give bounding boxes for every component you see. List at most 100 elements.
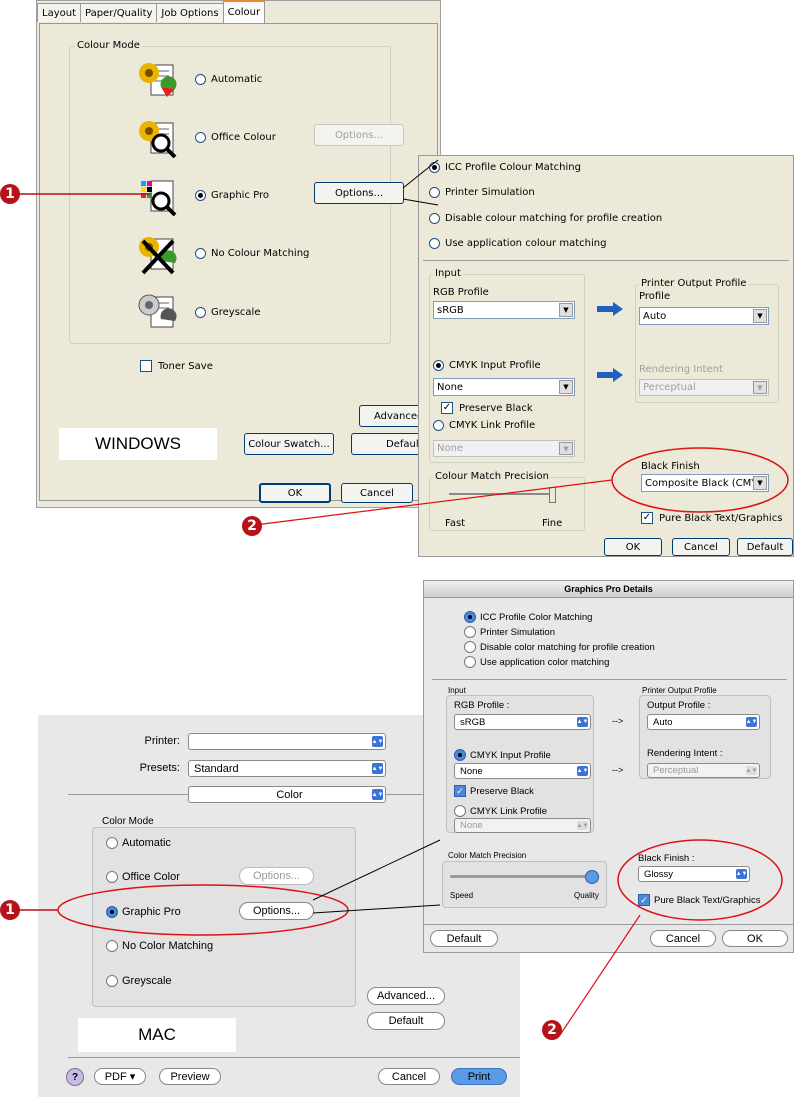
toner-save-checkbox[interactable]: Toner Save	[140, 360, 213, 372]
print-button[interactable]: Print	[451, 1068, 507, 1085]
black-finish-popup[interactable]: Glossy ▲▼	[638, 866, 750, 882]
cmyk-link-select[interactable]: None ▼	[433, 440, 575, 457]
options-cancel-button[interactable]: Cancel	[672, 538, 730, 556]
tab-colour[interactable]: Colour	[222, 0, 266, 23]
select-value: Perceptual	[643, 382, 696, 393]
radio-dot	[106, 837, 118, 849]
rgb-profile-popup[interactable]: sRGB ▲▼	[454, 714, 591, 730]
cmyk-input-popup[interactable]: None ▲▼	[454, 763, 591, 779]
options-default-button[interactable]: Default	[737, 538, 793, 556]
radio-graphic-pro[interactable]: Graphic Pro	[106, 906, 181, 918]
arrow-right-icon	[597, 368, 623, 382]
radio-disable-matching[interactable]: Disable colour matching for profile crea…	[429, 213, 662, 224]
presets-label: Presets:	[139, 762, 180, 774]
precision-slider-thumb[interactable]	[549, 487, 556, 503]
radio-label: Graphic Pro	[211, 190, 269, 201]
windows-colour-dialog: Layout Paper/Quality Job Options Colour …	[36, 0, 441, 508]
radio-no-colour-matching[interactable]: No Colour Matching	[195, 248, 309, 259]
rendering-intent-popup[interactable]: Perceptual ▲▼	[647, 763, 760, 778]
rendering-intent-select[interactable]: Perceptual ▼	[639, 379, 769, 396]
checkbox-box: ✓	[641, 512, 653, 524]
radio-printer-simulation[interactable]: Printer Simulation	[464, 626, 555, 638]
help-icon[interactable]: ?	[66, 1068, 84, 1086]
radio-label: ICC Profile Color Matching	[480, 611, 593, 623]
radio-dot	[433, 360, 444, 371]
details-default-button[interactable]: Default	[430, 930, 498, 947]
details-cancel-button[interactable]: Cancel	[650, 930, 716, 947]
radio-greyscale[interactable]: Greyscale	[195, 307, 260, 318]
graphic-pro-options-button[interactable]: Options...	[239, 902, 314, 920]
pure-black-checkbox[interactable]: ✓ Pure Black Text/Graphics	[638, 894, 760, 906]
radio-dot	[195, 190, 206, 201]
graphic-pro-options-button[interactable]: Options...	[314, 182, 404, 204]
input-group-label: Input	[433, 268, 463, 279]
radio-cmyk-link[interactable]: CMYK Link Profile	[454, 805, 547, 817]
select-value: None	[437, 443, 464, 454]
printer-popup[interactable]: ▲▼	[188, 733, 386, 750]
radio-icc-profile[interactable]: ICC Profile Color Matching	[464, 611, 592, 623]
radio-greyscale[interactable]: Greyscale	[106, 975, 172, 987]
radio-dot	[106, 871, 118, 883]
options-ok-button[interactable]: OK	[604, 538, 662, 556]
preserve-black-checkbox[interactable]: ✓ Preserve Black	[454, 785, 534, 797]
radio-label: Use application color matching	[480, 656, 610, 668]
tab-job-options[interactable]: Job Options	[156, 3, 224, 22]
radio-no-color-matching[interactable]: No Color Matching	[106, 940, 213, 952]
precision-slider-track[interactable]	[450, 875, 592, 878]
callout-2-windows: 2	[242, 516, 262, 536]
output-profile-popup[interactable]: Auto ▲▼	[647, 714, 760, 730]
cmyk-input-select[interactable]: None ▼	[433, 378, 575, 396]
output-profile-select[interactable]: Auto ▼	[639, 307, 769, 325]
pdf-button[interactable]: PDF ▾	[94, 1068, 146, 1085]
tab-layout[interactable]: Layout	[37, 3, 81, 22]
radio-office-colour[interactable]: Office Colour	[195, 132, 276, 143]
popup-value: None	[460, 820, 483, 831]
pure-black-checkbox[interactable]: ✓ Pure Black Text/Graphics	[641, 512, 782, 524]
fine-label: Fine	[542, 518, 563, 529]
colour-swatch-button[interactable]: Colour Swatch...	[244, 433, 334, 455]
radio-disable-matching[interactable]: Disable color matching for profile creat…	[464, 641, 655, 653]
radio-graphic-pro[interactable]: Graphic Pro	[195, 190, 269, 201]
panel-popup[interactable]: Color ▲▼	[188, 786, 386, 803]
popup-stepper-icon: ▲▼	[745, 766, 758, 775]
radio-cmyk-input[interactable]: CMYK Input Profile	[433, 360, 541, 371]
radio-application-matching[interactable]: Use application color matching	[464, 656, 609, 668]
tab-paper-quality[interactable]: Paper/Quality	[80, 3, 158, 22]
black-finish-select[interactable]: Composite Black (CMYK) ▼	[641, 474, 769, 492]
default-button[interactable]: Default	[367, 1012, 445, 1030]
details-ok-button[interactable]: OK	[722, 930, 788, 947]
select-value: Auto	[643, 310, 667, 322]
cmyk-link-popup[interactable]: None ▲▼	[454, 818, 591, 833]
advanced-button[interactable]: Advanced...	[367, 987, 445, 1005]
preview-button[interactable]: Preview	[159, 1068, 221, 1085]
cancel-button[interactable]: Cancel	[341, 483, 413, 503]
precision-slider-thumb[interactable]	[585, 870, 599, 884]
radio-office-color[interactable]: Office Color	[106, 871, 180, 883]
rgb-profile-select[interactable]: sRGB ▼	[433, 301, 575, 319]
radio-application-matching[interactable]: Use application colour matching	[429, 238, 606, 249]
radio-dot	[464, 626, 476, 638]
divider	[432, 679, 787, 680]
radio-automatic[interactable]: Automatic	[106, 837, 171, 849]
cancel-button[interactable]: Cancel	[378, 1068, 440, 1085]
radio-cmyk-input[interactable]: CMYK Input Profile	[454, 749, 551, 761]
radio-label: Printer Simulation	[445, 187, 535, 198]
radio-label: Graphic Pro	[122, 906, 181, 918]
preserve-black-checkbox[interactable]: ✓ Preserve Black	[441, 402, 533, 414]
radio-label: Automatic	[211, 74, 263, 85]
precision-slider-track[interactable]	[449, 493, 549, 495]
select-value: sRGB	[437, 304, 464, 316]
office-colour-options-button[interactable]: Options...	[314, 124, 404, 146]
callout-1-mac: 1	[0, 900, 20, 920]
radio-cmyk-link[interactable]: CMYK Link Profile	[433, 420, 535, 431]
office-color-options-button[interactable]: Options...	[239, 867, 314, 885]
presets-popup[interactable]: Standard ▲▼	[188, 760, 386, 777]
automatic-mode-icon	[139, 63, 177, 97]
radio-automatic[interactable]: Automatic	[195, 74, 262, 85]
dropdown-arrow-icon: ▼	[753, 381, 767, 394]
radio-dot	[429, 213, 440, 224]
ok-button[interactable]: OK	[259, 483, 331, 503]
radio-icc-profile[interactable]: ICC Profile Colour Matching	[429, 162, 581, 173]
radio-label: Use application colour matching	[445, 238, 607, 249]
radio-printer-simulation[interactable]: Printer Simulation	[429, 187, 535, 198]
